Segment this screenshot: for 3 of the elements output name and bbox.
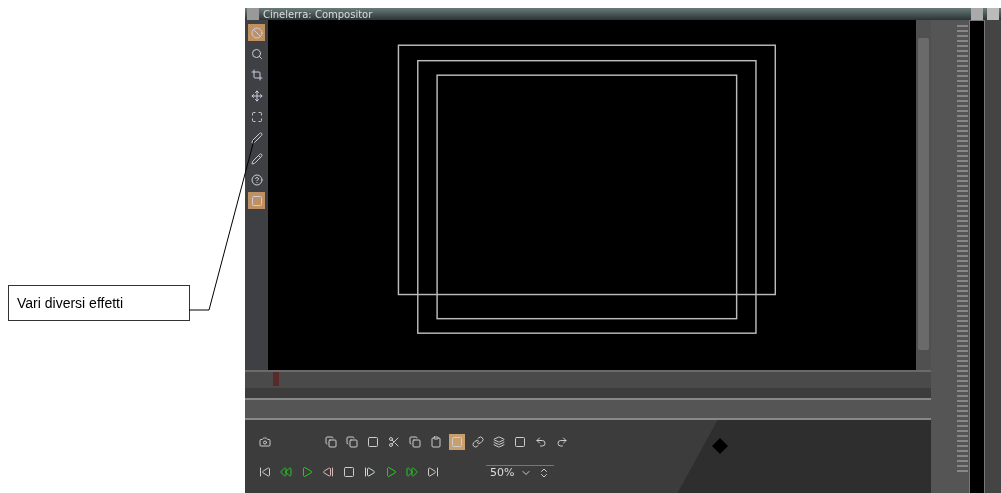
- window-title: Cinelerra: Compositor: [263, 8, 373, 20]
- zoom-menu[interactable]: 50%: [486, 465, 555, 479]
- callout-label: Vari diversi effetti: [8, 285, 190, 321]
